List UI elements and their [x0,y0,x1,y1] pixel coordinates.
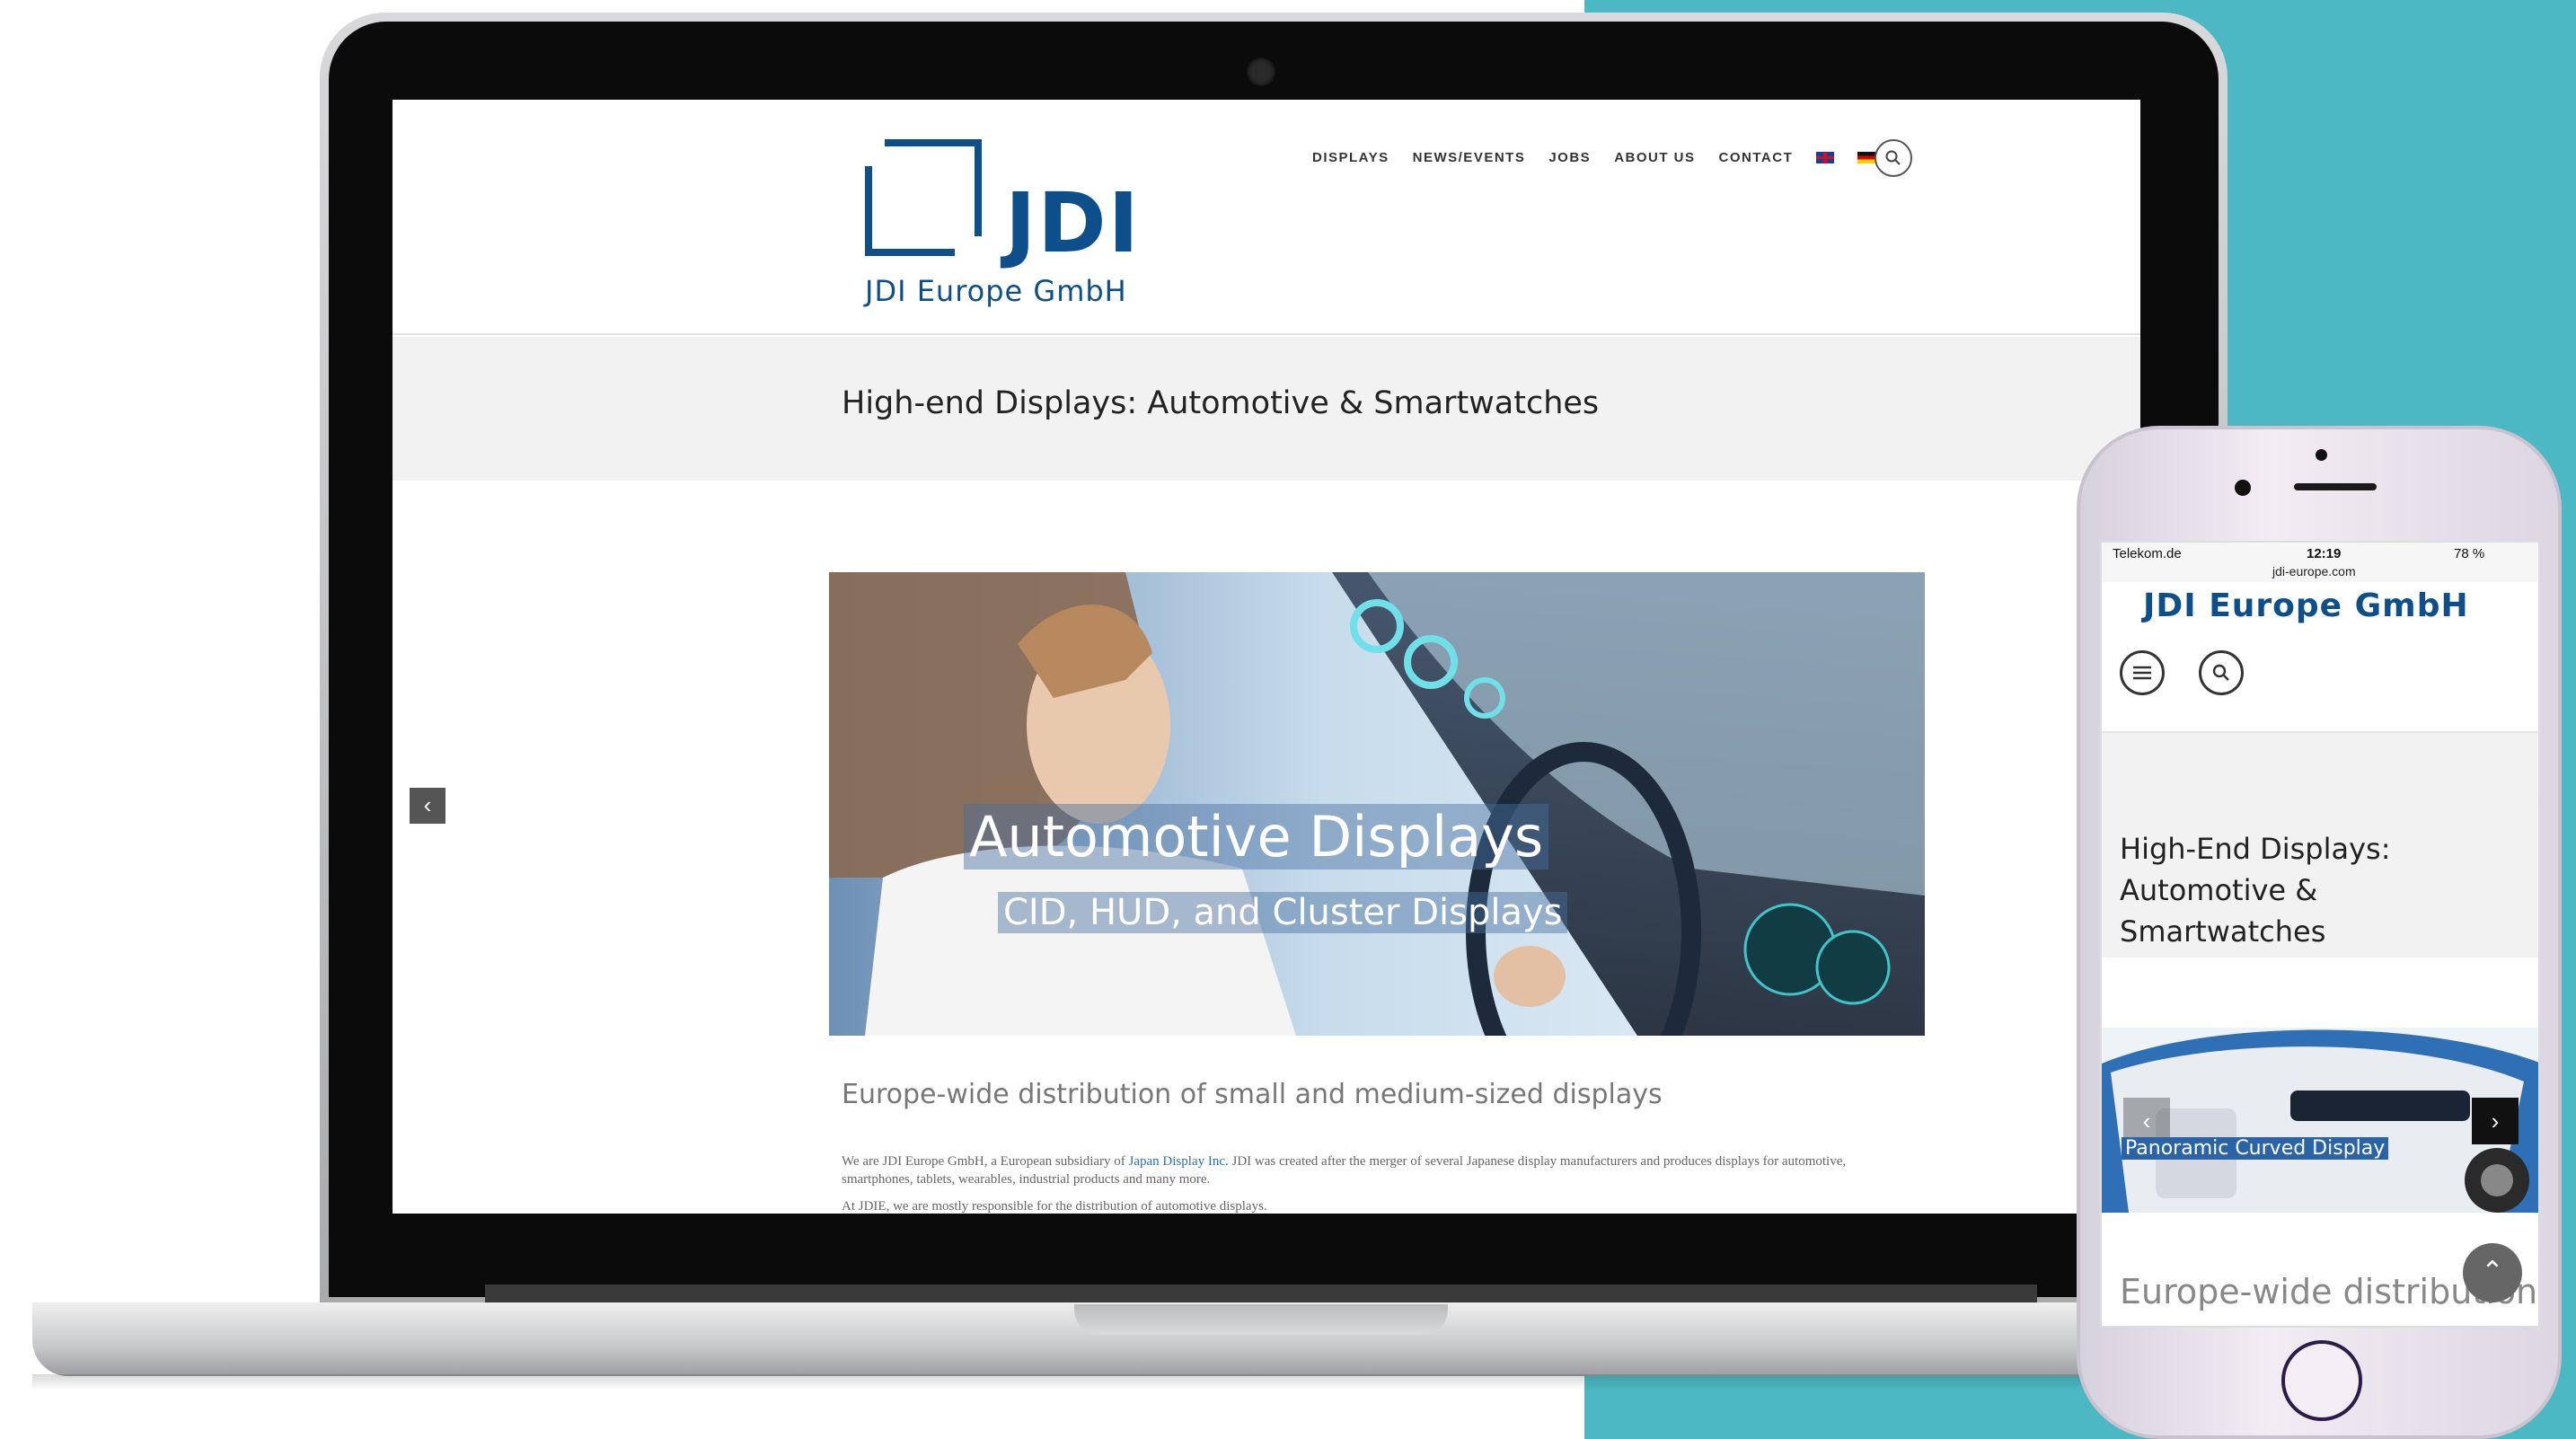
hero-slide: Automotive Displays CID, HUD, and Cluste… [829,572,1925,1036]
address-bar-url[interactable]: jdi-europe.com [2272,564,2356,578]
laptop-screen: JDI JDI Europe GmbH DISPLAYS NEWS/EVENTS… [393,100,2140,1214]
nav-displays[interactable]: DISPLAYS [1312,150,1389,165]
status-bar: Telekom.de 12:19 78 % jdi-europe.com [2102,543,2538,582]
clock: 12:19 [2307,546,2342,561]
site-header: JDI JDI Europe GmbH DISPLAYS NEWS/EVENTS… [393,100,2140,335]
mobile-slider-next[interactable]: › [2472,1098,2519,1144]
phone-home-button[interactable] [2281,1340,2362,1421]
mobile-hero-label: Panoramic Curved Display [2122,1137,2389,1160]
mobile-hero-slide: ‹ › Panoramic Curved Display [2102,1028,2538,1213]
hero-subtitle: CID, HUD, and Cluster Displays [998,892,1568,933]
mobile-search-button[interactable] [2199,650,2244,695]
main-nav: DISPLAYS NEWS/EVENTS JOBS ABOUT US CONTA… [1312,150,1876,165]
nav-news-events[interactable]: NEWS/EVENTS [1413,150,1526,165]
phone-sensor [2316,449,2327,461]
japan-display-link[interactable]: Japan Display Inc. [1129,1154,1229,1169]
laptop-base-shadow [32,1374,2210,1390]
intro-paragraph: We are JDI Europe GmbH, a European subsi… [842,1152,1883,1188]
laptop-hinge [485,1285,2037,1304]
carrier-label: Telekom.de [2113,546,2182,561]
page-title: High-end Displays: Automotive & Smartwat… [842,385,1600,421]
logo-word: JDI [1005,175,1141,271]
mobile-page-title: High-End Displays: Automotive & Smartwat… [2120,832,2391,949]
hamburger-icon [2133,666,2151,680]
section-heading: Europe-wide distribution of small and me… [842,1079,1663,1110]
battery-level: 78 % [2454,546,2485,561]
phone-speaker [2294,483,2377,490]
jdi-logo[interactable]: JDI JDI Europe GmbH [865,139,1188,310]
slider-prev-button[interactable]: ‹ [410,788,446,824]
menu-button[interactable] [2120,650,2165,695]
nav-about-us[interactable]: ABOUT US [1614,150,1695,165]
search-icon [2212,664,2229,681]
nav-jobs[interactable]: JOBS [1548,150,1591,165]
logo-square-mark [865,139,982,256]
german-flag-icon[interactable] [1857,152,1876,163]
intro-text-before: We are JDI Europe GmbH, a European subsi… [842,1154,1125,1169]
nav-contact[interactable]: CONTACT [1719,150,1794,165]
uk-flag-icon[interactable] [1816,152,1835,163]
scroll-to-top-button[interactable]: ⌃ [2463,1243,2522,1302]
search-button[interactable] [1875,139,1912,177]
logo-subtitle: JDI Europe GmbH [865,274,1127,308]
search-icon [1885,150,1901,165]
intro-paragraph-2: At JDIE, we are mostly responsible for t… [842,1199,1267,1214]
hero-title: Automotive Displays [964,804,1549,870]
phone-camera [2235,480,2251,496]
mobile-logo[interactable]: JDI Europe GmbH [2143,587,2469,624]
laptop-notch [1074,1304,1448,1335]
laptop-camera [1247,57,1275,86]
phone-screen: Telekom.de 12:19 78 % jdi-europe.com JDI… [2100,541,2540,1328]
